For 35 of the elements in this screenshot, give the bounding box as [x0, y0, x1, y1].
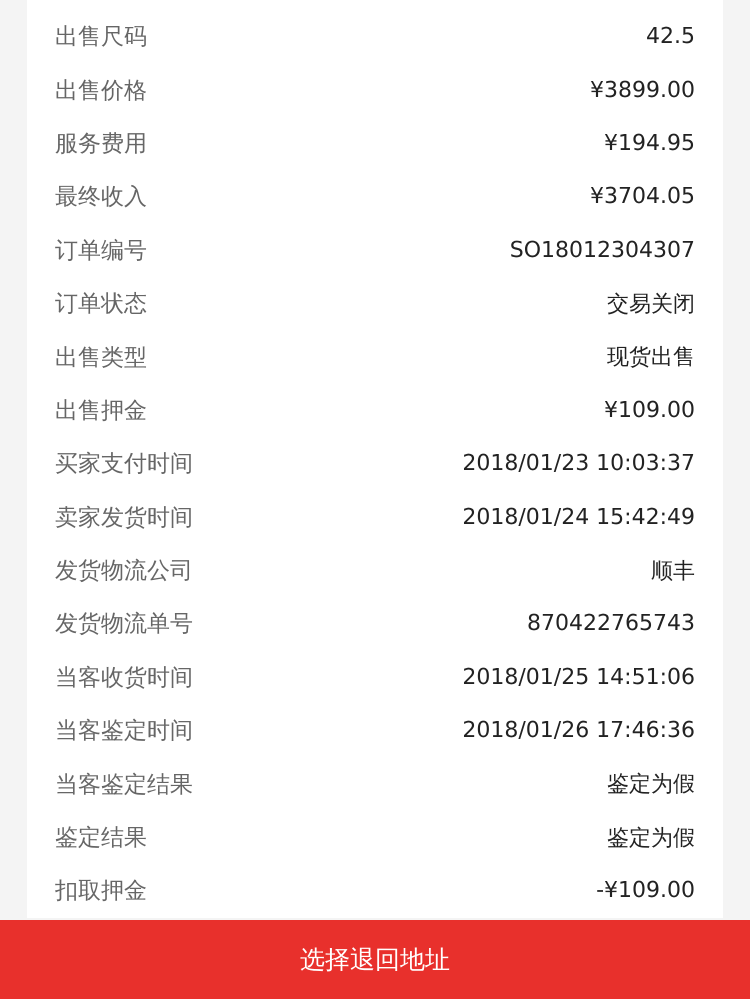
detail-value: 870422765743 — [527, 611, 695, 636]
detail-label: 发货物流单号 — [55, 610, 193, 640]
detail-label: 订单状态 — [55, 290, 147, 320]
detail-label: 出售尺码 — [55, 23, 147, 52]
detail-label: 出售押金 — [55, 396, 147, 426]
detail-label: 当客收货时间 — [55, 664, 193, 693]
detail-value: 42.5 — [646, 24, 695, 50]
detail-value: ¥3704.05 — [590, 184, 695, 210]
detail-value: 2018/01/24 15:42:49 — [462, 504, 695, 530]
select-return-address-button[interactable]: 选择退回地址 — [0, 920, 750, 999]
detail-label: 当客鉴定时间 — [55, 717, 193, 746]
detail-label: 出售价格 — [55, 76, 147, 106]
detail-label: 买家支付时间 — [55, 450, 193, 480]
detail-label: 扣取押金 — [55, 877, 147, 906]
detail-value: SO18012304307 — [510, 238, 695, 263]
detail-value: 2018/01/25 14:51:06 — [462, 664, 695, 690]
detail-label: 发货物流公司 — [55, 557, 193, 586]
detail-value: 2018/01/23 10:03:37 — [462, 451, 695, 476]
detail-value: 顺丰 — [651, 558, 695, 586]
detail-label: 鉴定结果 — [55, 824, 147, 854]
detail-value: 2018/01/26 17:46:36 — [462, 718, 695, 744]
detail-value: ¥194.95 — [604, 130, 695, 156]
detail-value: -¥109.00 — [596, 878, 695, 904]
detail-value: 鉴定为假 — [607, 824, 695, 853]
detail-value: 交易关闭 — [607, 290, 695, 319]
detail-label: 最终收入 — [55, 183, 147, 212]
detail-value: ¥3899.00 — [590, 78, 695, 103]
detail-value: 现货出售 — [607, 344, 695, 372]
detail-label: 当客鉴定结果 — [55, 770, 193, 800]
detail-label: 服务费用 — [55, 130, 147, 159]
detail-value: ¥109.00 — [604, 398, 695, 423]
detail-label: 订单编号 — [55, 236, 147, 266]
detail-value: 鉴定为假 — [607, 771, 695, 800]
detail-label: 出售类型 — [55, 344, 147, 373]
detail-label: 卖家发货时间 — [55, 504, 193, 533]
